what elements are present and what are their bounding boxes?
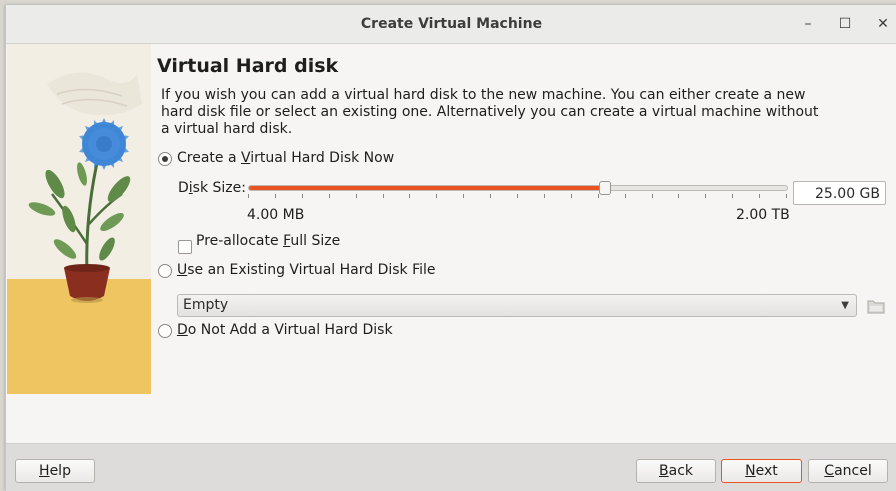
disk-size-slider-handle[interactable] <box>599 181 612 195</box>
slider-min-label: 4.00 MB <box>247 207 305 223</box>
button-bar: Help Back Next Cancel <box>6 443 896 491</box>
page-description: If you wish you can add a virtual hard d… <box>161 87 819 137</box>
page-heading: Virtual Hard disk <box>157 55 339 77</box>
slider-tick <box>302 194 303 198</box>
no-disk-label[interactable]: Do Not Add a Virtual Hard Disk <box>177 322 393 338</box>
disk-size-label: Disk Size: <box>178 180 246 196</box>
folder-icon <box>867 300 885 314</box>
slider-tick <box>732 194 733 198</box>
slider-tick <box>463 194 464 198</box>
use-existing-radio[interactable] <box>158 264 172 278</box>
create-vm-window: Create Virtual Machine – ☐ ✕ Virtual Har… <box>5 5 896 491</box>
title-bar[interactable]: Create Virtual Machine – ☐ ✕ <box>6 5 896 44</box>
create-disk-label[interactable]: Create a Virtual Hard Disk Now <box>177 150 394 166</box>
slider-tick <box>544 194 545 198</box>
close-icon[interactable]: ✕ <box>873 14 893 34</box>
existing-disk-value: Empty <box>183 297 229 313</box>
minimize-icon[interactable]: – <box>798 14 818 34</box>
slider-tick <box>329 194 330 198</box>
chevron-down-icon: ▼ <box>841 300 849 311</box>
back-button[interactable]: Back <box>636 459 716 483</box>
slider-tick <box>275 194 276 198</box>
choose-disk-file-button[interactable] <box>865 295 887 317</box>
slider-tick <box>517 194 518 198</box>
help-button[interactable]: Help <box>15 459 95 483</box>
slider-tick <box>356 194 357 198</box>
maximize-icon[interactable]: ☐ <box>835 14 855 34</box>
slider-tick <box>759 194 760 198</box>
slider-tick <box>598 194 599 198</box>
slider-tick <box>571 194 572 198</box>
no-disk-radio[interactable] <box>158 324 172 338</box>
slider-tick <box>625 194 626 198</box>
slider-tick <box>490 194 491 198</box>
create-disk-radio[interactable] <box>158 152 172 166</box>
preallocate-checkbox[interactable] <box>178 240 192 254</box>
slider-tick <box>652 194 653 198</box>
slider-tick <box>436 194 437 198</box>
existing-disk-select[interactable]: Empty ▼ <box>177 294 857 317</box>
slider-tick <box>678 194 679 198</box>
disk-size-slider[interactable] <box>248 181 788 195</box>
disk-size-slider-fill <box>249 186 605 190</box>
disk-size-field[interactable]: 25.00 GB <box>793 181 886 205</box>
preallocate-label[interactable]: Pre-allocate Full Size <box>196 233 340 249</box>
slider-tick <box>248 194 249 198</box>
use-existing-label[interactable]: Use an Existing Virtual Hard Disk File <box>177 262 436 278</box>
wizard-illustration <box>7 44 151 394</box>
cancel-button[interactable]: Cancel <box>808 459 888 483</box>
slider-max-label: 2.00 TB <box>736 207 790 223</box>
next-button[interactable]: Next <box>721 459 802 483</box>
window-title: Create Virtual Machine <box>360 16 543 32</box>
slider-tick <box>705 194 706 198</box>
flower-pot-illustration <box>7 44 151 394</box>
slider-tick <box>786 194 787 198</box>
slider-tick <box>409 194 410 198</box>
slider-tick <box>383 194 384 198</box>
